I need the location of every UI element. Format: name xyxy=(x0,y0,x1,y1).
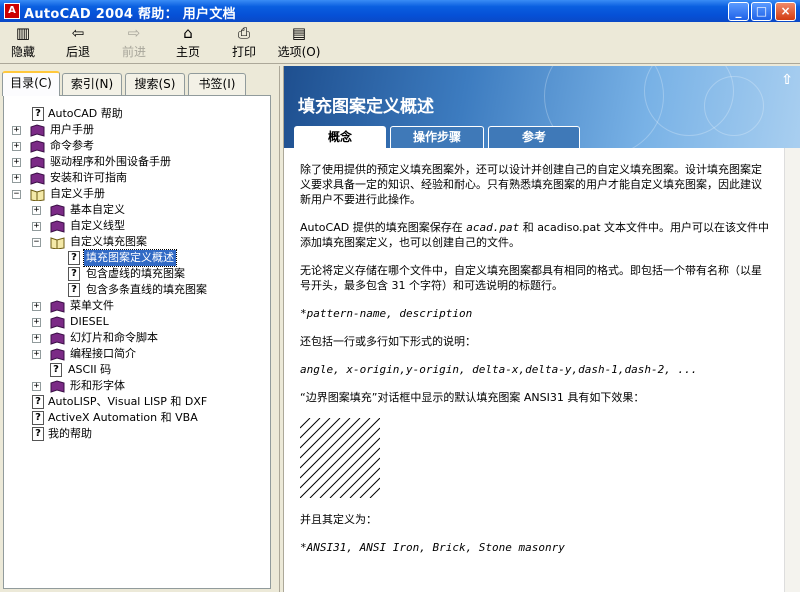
topic-body: 除了使用提供的预定义填充图案外，还可以设计并创建自己的自定义填充图案。设计填充图… xyxy=(300,162,770,568)
book-icon xyxy=(50,332,65,345)
file-name: acad.pat xyxy=(466,221,520,234)
help-topic-icon: ? xyxy=(68,267,80,281)
paragraph: “边界图案填充”对话框中显示的默认填充图案 ANSI31 具有如下效果： xyxy=(300,391,645,404)
expand-icon[interactable]: + xyxy=(32,318,41,327)
options-icon: ▤ xyxy=(291,24,307,42)
expand-icon[interactable]: + xyxy=(12,142,21,151)
book-icon xyxy=(30,156,45,169)
navigation-pane: 目录(C) 索引(N) 搜索(S) 书签(I) ? AutoCAD 帮助 + 用… xyxy=(0,66,280,592)
content-scrollbar[interactable] xyxy=(784,148,800,592)
hide-icon: ▥ xyxy=(15,24,31,42)
back-arrow-icon: ⇦ xyxy=(71,24,85,42)
home-button[interactable]: ⌂ 主页 xyxy=(174,24,202,62)
book-icon xyxy=(50,220,65,233)
help-topic-icon: ? xyxy=(32,395,44,409)
help-topic-icon: ? xyxy=(32,427,44,441)
banner-decoration xyxy=(704,76,764,136)
book-icon xyxy=(30,172,45,185)
contents-tree: ? AutoCAD 帮助 + 用户手册 + 命令参考 + 驱动程序和外围设备手册… xyxy=(3,95,271,589)
selected-topic: 填充图案定义概述 xyxy=(83,249,177,267)
minimize-button[interactable]: _ xyxy=(728,2,749,21)
expand-icon[interactable]: + xyxy=(32,350,41,359)
expand-icon[interactable]: + xyxy=(32,302,41,311)
tab-index[interactable]: 索引(N) xyxy=(62,73,122,95)
up-arrow-icon[interactable]: ⇧ xyxy=(781,72,793,88)
book-icon xyxy=(50,316,65,329)
nav-tabs: 目录(C) 索引(N) 搜索(S) 书签(I) xyxy=(2,71,278,96)
help-topic-icon: ? xyxy=(68,283,80,297)
home-icon: ⌂ xyxy=(183,24,193,42)
paragraph: 无论将定义存储在哪个文件中，自定义填充图案都具有相同的格式。即包括一个带有名称（… xyxy=(300,264,762,292)
book-icon xyxy=(50,380,65,393)
expand-icon[interactable]: + xyxy=(32,222,41,231)
tab-bookmarks[interactable]: 书签(I) xyxy=(188,73,246,95)
help-topic-icon: ? xyxy=(32,107,44,121)
paragraph: 还包括一行或多行如下形式的说明： xyxy=(300,335,476,348)
help-topic-icon: ? xyxy=(68,251,80,265)
code-block: *ANSI31, ANSI Iron, Brick, Stone masonry xyxy=(300,541,565,554)
maximize-button[interactable]: □ xyxy=(751,2,772,21)
topic-heading: 填充图案定义概述 xyxy=(298,97,434,117)
open-book-icon xyxy=(30,189,45,201)
printer-icon: ⎙ xyxy=(237,24,250,42)
paragraph: 并且其定义为： xyxy=(300,513,377,526)
book-icon xyxy=(50,348,65,361)
expand-icon[interactable]: + xyxy=(32,382,41,391)
print-button[interactable]: ⎙ 打印 xyxy=(230,24,258,62)
book-icon xyxy=(30,140,45,153)
app-icon: A xyxy=(4,3,20,19)
title-bar: A AutoCAD 2004 帮助： 用户文档 _ □ × xyxy=(0,0,800,22)
book-icon xyxy=(50,204,65,217)
paragraph: AutoCAD 提供的填充图案保存在 acad.pat 和 acadiso.pa… xyxy=(300,221,770,249)
code-block: *pattern-name, description xyxy=(300,307,473,320)
ansi31-hatch-sample xyxy=(300,418,380,498)
book-icon xyxy=(30,124,45,137)
window-title: AutoCAD 2004 帮助： 用户文档 xyxy=(24,7,236,22)
toolbar: ▥ 隐藏 ⇦ 后退 ⇨ 前进 ⌂ 主页 ⎙ 打印 ▤ 选项(O) xyxy=(0,22,800,64)
code-block: angle, x-origin,y-origin, delta-x,delta-… xyxy=(300,363,698,376)
expand-icon[interactable]: + xyxy=(12,158,21,167)
collapse-icon[interactable]: − xyxy=(32,238,41,247)
help-topic-icon: ? xyxy=(32,411,44,425)
content-pane: ⇧ 填充图案定义概述 概念 操作步骤 参考 除了使用提供的预定义填充图案外，还可… xyxy=(283,66,800,592)
collapse-icon[interactable]: − xyxy=(12,190,21,199)
options-button[interactable]: ▤ 选项(O) xyxy=(276,24,322,62)
tab-procedures[interactable]: 操作步骤 xyxy=(390,126,484,148)
expand-icon[interactable]: + xyxy=(32,334,41,343)
back-button[interactable]: ⇦ 后退 xyxy=(62,24,94,62)
expand-icon[interactable]: + xyxy=(12,126,21,135)
expand-icon[interactable]: + xyxy=(32,206,41,215)
paragraph: 除了使用提供的预定义填充图案外，还可以设计并创建自己的自定义填充图案。设计填充图… xyxy=(300,163,762,206)
tab-reference[interactable]: 参考 xyxy=(488,126,580,148)
expand-icon[interactable]: + xyxy=(12,174,21,183)
open-book-icon xyxy=(50,237,65,249)
topic-banner: ⇧ 填充图案定义概述 概念 操作步骤 参考 xyxy=(284,66,800,148)
tab-search[interactable]: 搜索(S) xyxy=(125,73,185,95)
forward-arrow-icon: ⇨ xyxy=(127,24,141,42)
help-topic-icon: ? xyxy=(50,363,62,377)
hide-button[interactable]: ▥ 隐藏 xyxy=(8,24,38,62)
close-button[interactable]: × xyxy=(775,2,796,21)
tab-concept[interactable]: 概念 xyxy=(294,126,386,148)
tab-contents[interactable]: 目录(C) xyxy=(2,71,60,96)
forward-button[interactable]: ⇨ 前进 xyxy=(118,24,150,62)
book-icon xyxy=(50,300,65,313)
